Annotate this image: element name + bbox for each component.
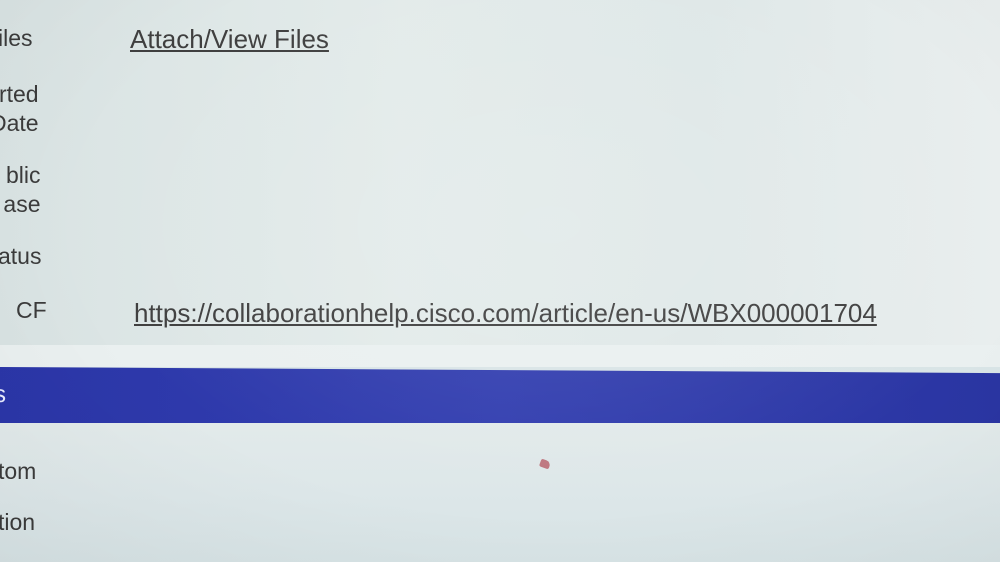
section-header-label: s xyxy=(0,380,6,409)
reported-date-label: rted Date xyxy=(0,80,39,138)
reported-date-label-line-1: rted xyxy=(0,81,39,107)
status-label: atus xyxy=(0,242,41,271)
attach-view-files-link[interactable]: Attach/View Files xyxy=(130,24,329,55)
public-release-label: blic ase xyxy=(2,161,41,219)
section-divider xyxy=(0,345,1000,367)
cf-label-line: CF xyxy=(16,297,47,323)
reported-date-label-line-2: Date xyxy=(0,110,39,136)
status-label-line: atus xyxy=(0,243,42,269)
cisco-article-link[interactable]: https://collaborationhelp.cisco.com/arti… xyxy=(134,298,877,329)
description-label-line: tion xyxy=(0,509,36,535)
cf-label: CF xyxy=(16,296,47,325)
files-label: iles xyxy=(0,24,33,53)
symptom-label: tom xyxy=(0,457,36,486)
lower-form-section xyxy=(0,423,1000,562)
files-label-line: iles xyxy=(0,25,33,51)
symptom-label-line: tom xyxy=(0,458,37,484)
section-header-bar: s xyxy=(0,367,1000,430)
description-label: tion xyxy=(0,508,35,537)
public-release-label-line-1: blic xyxy=(6,162,41,188)
public-release-label-line-2: ase xyxy=(3,191,41,217)
